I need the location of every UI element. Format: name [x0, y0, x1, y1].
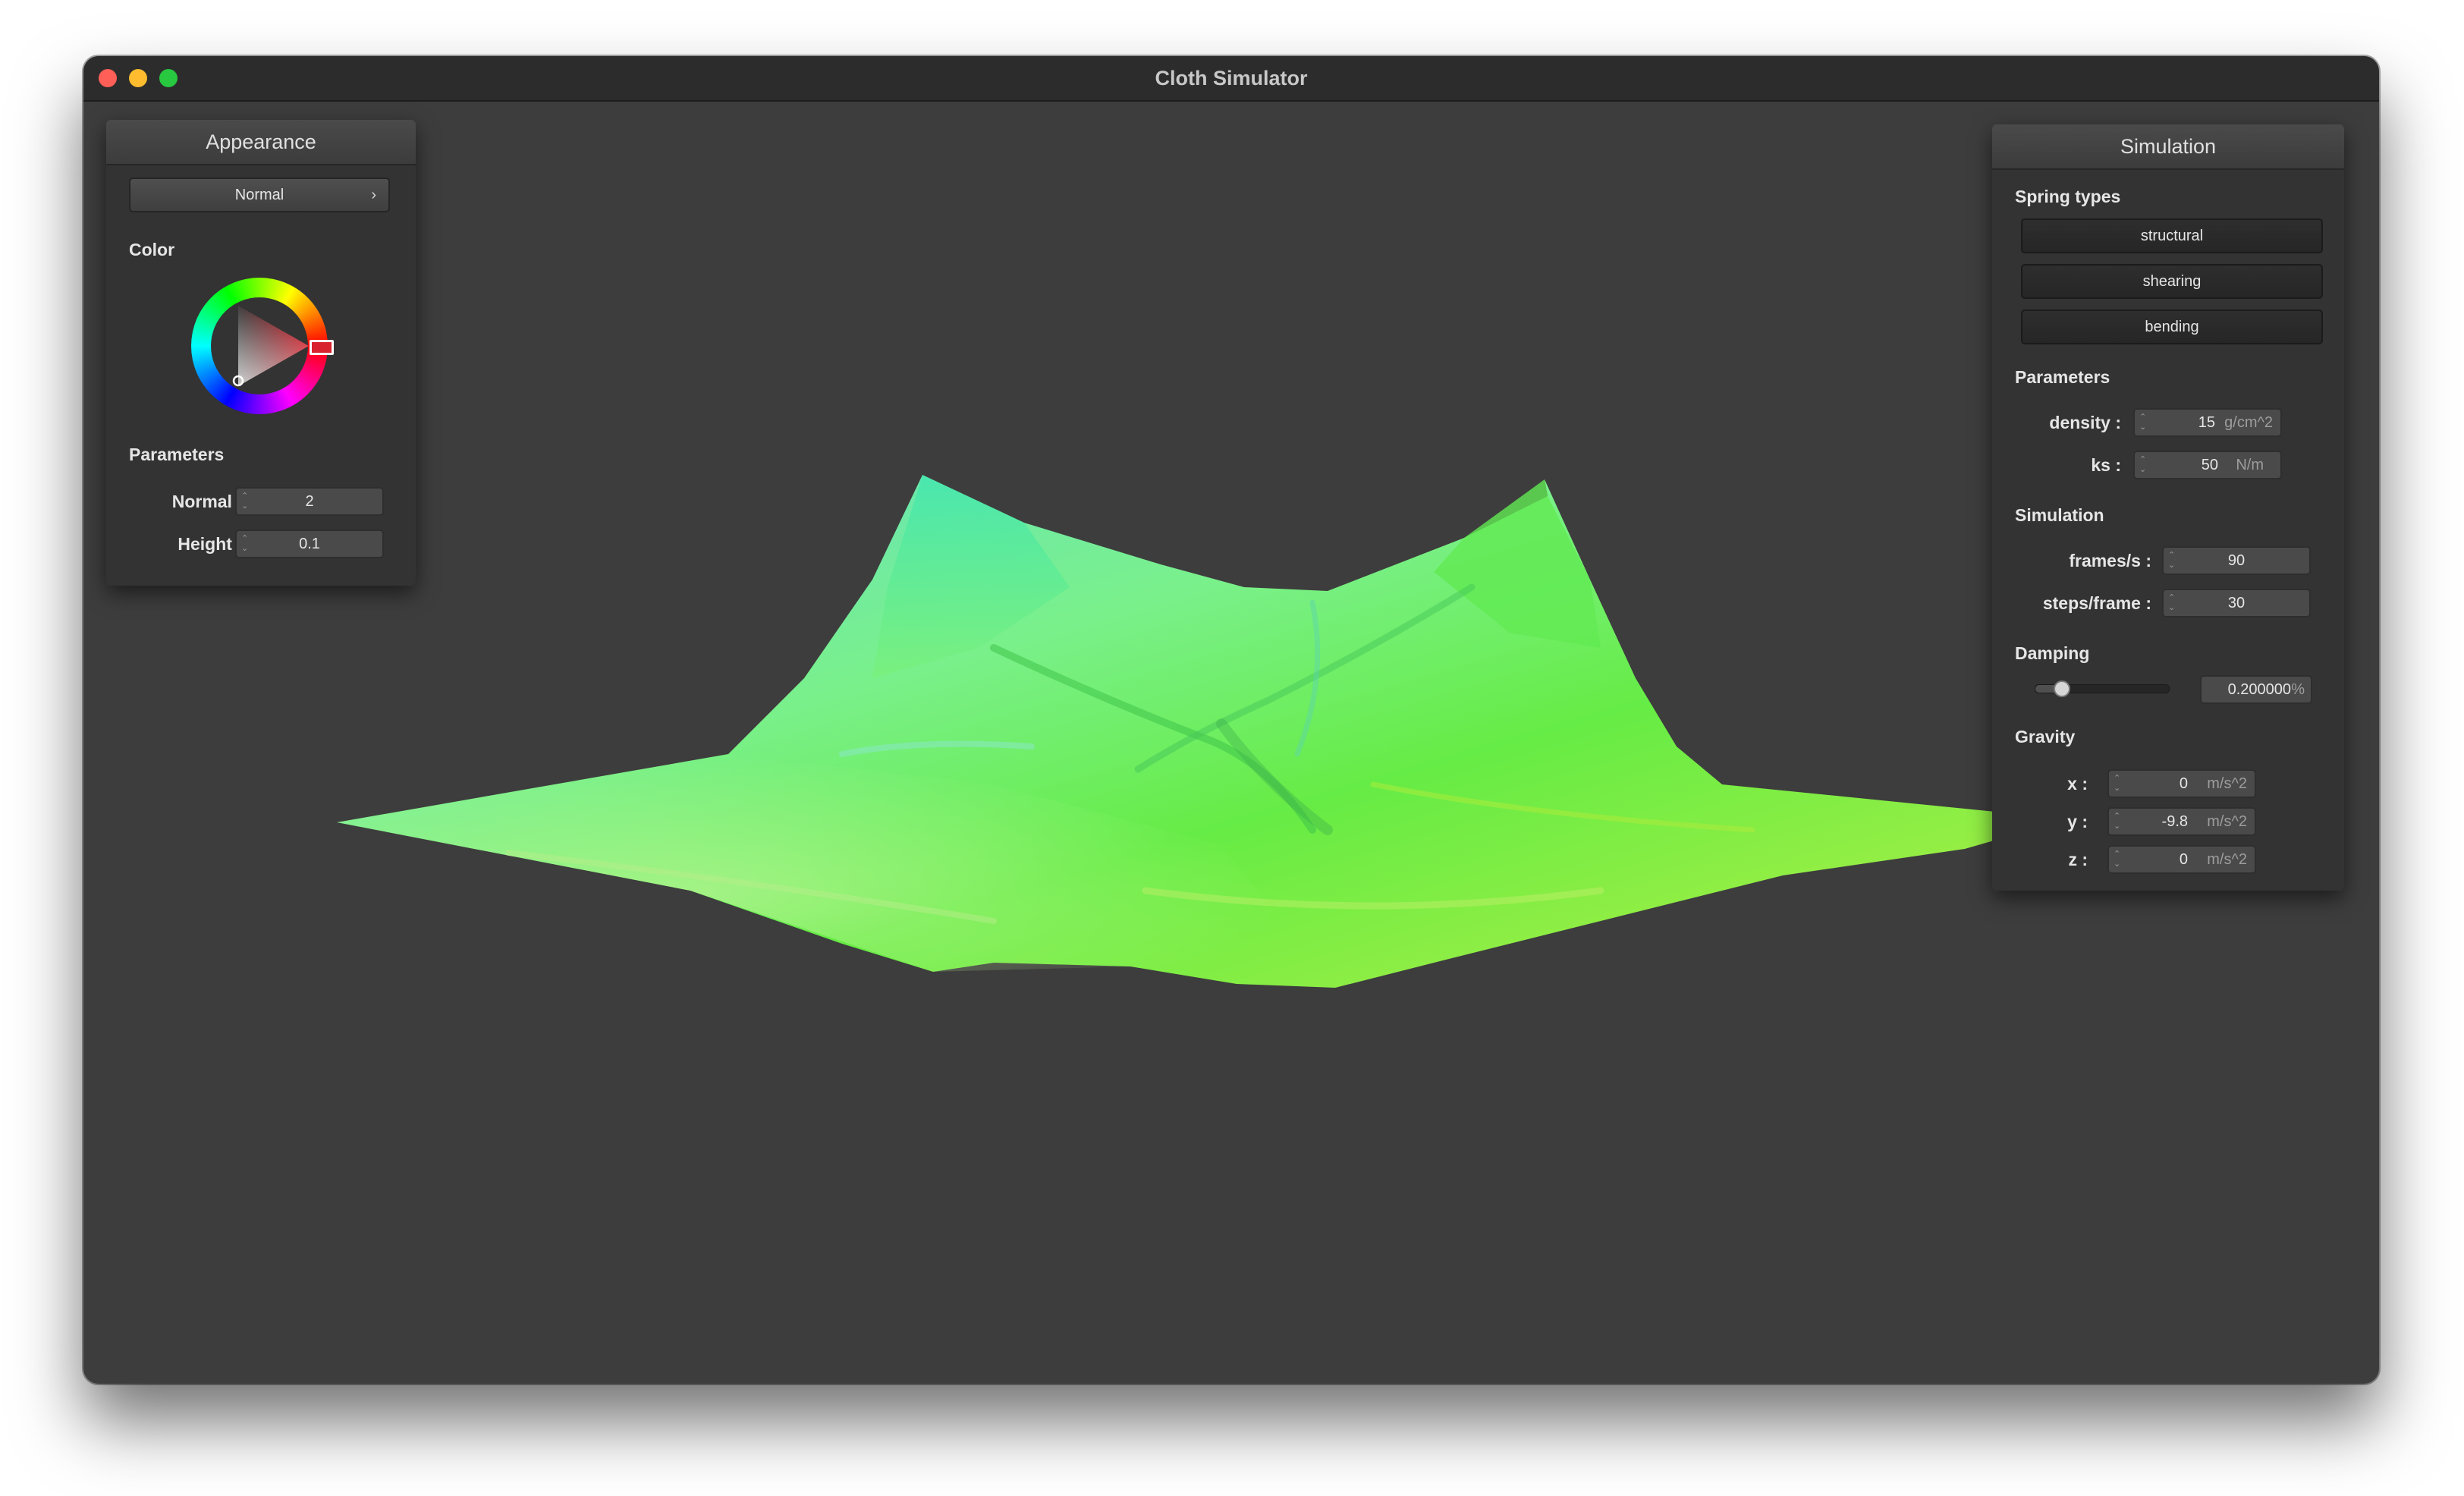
- stepper-icon[interactable]: ⌃ ⌄: [2139, 410, 2151, 438]
- stepper-icon[interactable]: ⌃ ⌄: [2114, 809, 2126, 838]
- spring-types-label: Spring types: [2015, 187, 2121, 206]
- ks-input[interactable]: ⌃ ⌄ 50 N/m: [2133, 451, 2282, 479]
- normal-label: Normal :: [171, 492, 243, 511]
- damping-value: 0.200000: [2227, 681, 2291, 698]
- stepper-icon[interactable]: ⌃ ⌄: [2114, 771, 2126, 800]
- gravity-x-unit: m/s^2: [2207, 775, 2247, 792]
- window-title: Cloth Simulator: [1155, 67, 1308, 90]
- gravity-y-label: y :: [2067, 812, 2088, 831]
- title-bar: Cloth Simulator: [83, 56, 2379, 102]
- fps-value: 90: [2227, 552, 2246, 569]
- spring-shearing-button[interactable]: shearing: [2021, 264, 2323, 299]
- gravity-y-unit: m/s^2: [2207, 813, 2247, 830]
- sim-section-label: Simulation: [2015, 505, 2104, 525]
- ks-value: 50: [2201, 457, 2218, 473]
- steps-label: steps/frame :: [2042, 593, 2151, 613]
- steps-value: 30: [2227, 595, 2246, 611]
- spring-structural-button[interactable]: structural: [2021, 218, 2323, 253]
- height-label: Height :: [178, 534, 243, 554]
- appearance-params-label: Parameters: [129, 445, 225, 464]
- density-value: 15: [2198, 414, 2215, 431]
- gravity-z-input[interactable]: ⌃ ⌄ 0 m/s^2: [2107, 845, 2256, 874]
- gravity-label: Gravity: [2015, 727, 2076, 746]
- shader-dropdown[interactable]: Normal ›: [129, 178, 390, 212]
- density-input[interactable]: ⌃ ⌄ 15 g/cm^2: [2133, 408, 2282, 437]
- app-window: Cloth Simulator Appearance Normal › Colo…: [83, 56, 2379, 1384]
- height-input[interactable]: ⌃ ⌄ 0.1: [235, 530, 384, 558]
- density-unit: g/cm^2: [2224, 414, 2273, 431]
- spring-bending-button[interactable]: bending: [2021, 310, 2323, 344]
- hue-handle[interactable]: [310, 340, 334, 355]
- shader-dropdown-value: Normal: [234, 187, 284, 203]
- damping-input[interactable]: 0.200000 %: [2200, 675, 2312, 704]
- gravity-x-label: x :: [2067, 774, 2088, 794]
- gravity-z-value: 0: [2179, 851, 2188, 868]
- normal-value: 2: [305, 493, 314, 510]
- color-wheel[interactable]: [191, 278, 334, 414]
- ks-label: ks :: [2091, 455, 2121, 475]
- density-label: density :: [2049, 413, 2121, 432]
- appearance-panel: Appearance Normal › Color Parameters Nor…: [106, 120, 416, 586]
- normal-input[interactable]: ⌃ ⌄ 2: [235, 487, 384, 516]
- stepper-icon[interactable]: ⌃ ⌄: [2114, 847, 2126, 875]
- color-label: Color: [129, 240, 175, 259]
- chevron-right-icon: ›: [371, 187, 376, 203]
- color-triangle[interactable]: [191, 278, 328, 414]
- steps-input[interactable]: ⌃ ⌄ 30: [2162, 589, 2311, 618]
- gravity-z-unit: m/s^2: [2207, 851, 2247, 868]
- damping-label: Damping: [2015, 643, 2090, 663]
- simulation-panel: Simulation Spring types structural shear…: [1992, 124, 2344, 891]
- damping-slider-handle[interactable]: [2054, 680, 2071, 697]
- gravity-x-value: 0: [2179, 775, 2188, 792]
- stepper-icon[interactable]: ⌃ ⌄: [2139, 452, 2151, 481]
- sim-params-label: Parameters: [2015, 367, 2110, 387]
- fps-label: frames/s :: [2069, 551, 2151, 570]
- gravity-x-input[interactable]: ⌃ ⌄ 0 m/s^2: [2107, 769, 2256, 798]
- simulation-panel-title[interactable]: Simulation: [1992, 124, 2344, 170]
- damping-unit: %: [2291, 681, 2305, 698]
- gravity-y-input[interactable]: ⌃ ⌄ -9.8 m/s^2: [2107, 807, 2256, 836]
- gravity-y-value: -9.8: [2161, 813, 2188, 830]
- fps-input[interactable]: ⌃ ⌄ 90: [2162, 546, 2311, 575]
- ks-unit: N/m: [2236, 457, 2264, 473]
- gravity-z-label: z :: [2068, 850, 2088, 869]
- appearance-panel-title[interactable]: Appearance: [106, 120, 416, 165]
- height-value: 0.1: [299, 536, 320, 552]
